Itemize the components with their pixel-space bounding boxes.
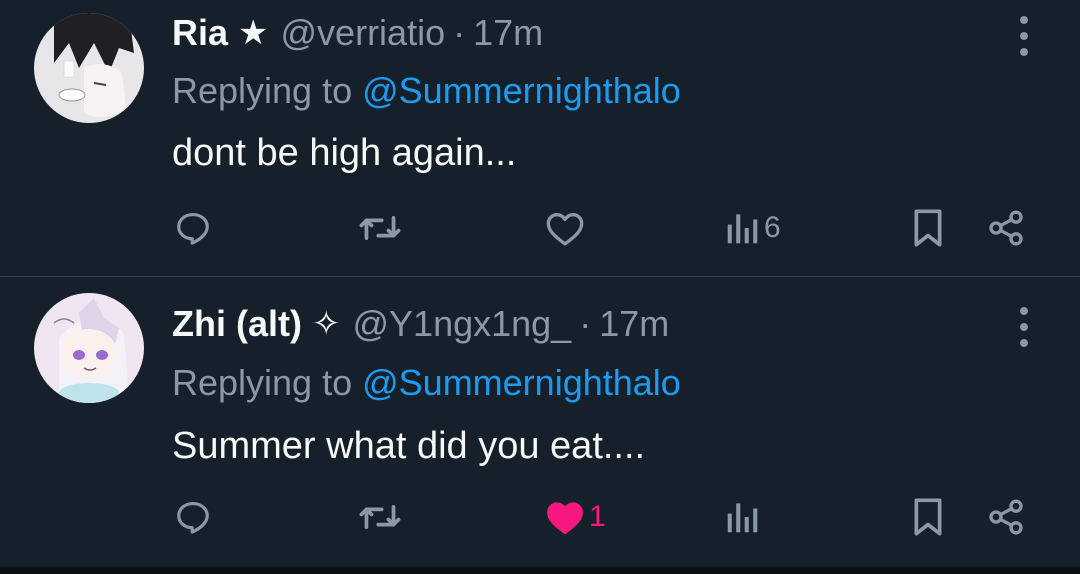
more-icon[interactable] xyxy=(1012,16,1036,56)
views-button[interactable] xyxy=(726,495,764,539)
like-button[interactable] xyxy=(545,206,589,250)
separator-dot: · xyxy=(579,303,592,344)
bookmark-icon xyxy=(914,209,942,247)
bookmark-icon xyxy=(914,498,942,536)
bottom-edge xyxy=(0,567,1080,574)
reply-button[interactable] xyxy=(174,495,216,539)
views-icon xyxy=(727,214,758,244)
author-name[interactable]: Zhi (alt) xyxy=(172,303,302,345)
tweet-header: Zhi (alt) ✧ @Y1ngx1ng_ · 17m xyxy=(172,302,669,346)
replying-to: Replying to @Summernighthalo xyxy=(172,70,681,112)
bookmark-button[interactable] xyxy=(910,206,946,250)
mention-link[interactable]: @Summernighthalo xyxy=(362,362,681,403)
mention-link[interactable]: @Summernighthalo xyxy=(362,70,681,111)
avatar[interactable] xyxy=(34,13,144,123)
tweet-item[interactable]: Ria ★ @verriatio · 17m Replying to @Summ… xyxy=(0,0,1080,277)
star-icon: ★ xyxy=(238,14,269,52)
reply-icon xyxy=(177,212,209,245)
replying-prefix: Replying to xyxy=(172,70,363,111)
bookmark-button[interactable] xyxy=(910,495,946,539)
tweet-text: dont be high again... xyxy=(172,132,517,174)
retweet-icon xyxy=(359,215,401,241)
tweet-item[interactable]: Zhi (alt) ✧ @Y1ngx1ng_ · 17m Replying to… xyxy=(0,277,1080,567)
timestamp[interactable]: 17m xyxy=(599,303,669,345)
more-icon[interactable] xyxy=(1012,307,1036,347)
timestamp[interactable]: 17m xyxy=(473,12,543,54)
like-count: 1 xyxy=(589,500,606,533)
replying-prefix: Replying to xyxy=(172,362,363,403)
author-handle[interactable]: @Y1ngx1ng_ xyxy=(352,303,571,345)
replying-to: Replying to @Summernighthalo xyxy=(172,362,681,404)
views-button[interactable]: 6 xyxy=(726,206,781,250)
share-button[interactable] xyxy=(986,495,1026,539)
like-icon xyxy=(546,213,584,246)
share-button[interactable] xyxy=(986,206,1026,250)
author-handle[interactable]: @verriatio xyxy=(281,12,446,54)
tweet-text: Summer what did you eat.... xyxy=(172,425,646,467)
avatar[interactable] xyxy=(34,293,144,403)
retweet-button[interactable] xyxy=(358,495,406,539)
tweet-header: Ria ★ @verriatio · 17m xyxy=(172,11,543,55)
reply-icon xyxy=(177,501,209,534)
share-icon xyxy=(989,210,1023,246)
action-bar: 6 xyxy=(0,206,1080,250)
action-bar: 1 xyxy=(0,495,1080,539)
author-name[interactable]: Ria xyxy=(172,12,228,54)
like-button[interactable]: 1 xyxy=(545,495,606,539)
separator-dot: · xyxy=(453,12,466,53)
share-icon xyxy=(989,499,1023,535)
reply-button[interactable] xyxy=(174,206,216,250)
views-count: 6 xyxy=(764,211,781,244)
sparkle-icon: ✧ xyxy=(311,305,341,343)
like-icon xyxy=(547,502,583,535)
retweet-button[interactable] xyxy=(358,206,406,250)
retweet-icon xyxy=(359,504,401,530)
views-icon xyxy=(727,503,758,533)
